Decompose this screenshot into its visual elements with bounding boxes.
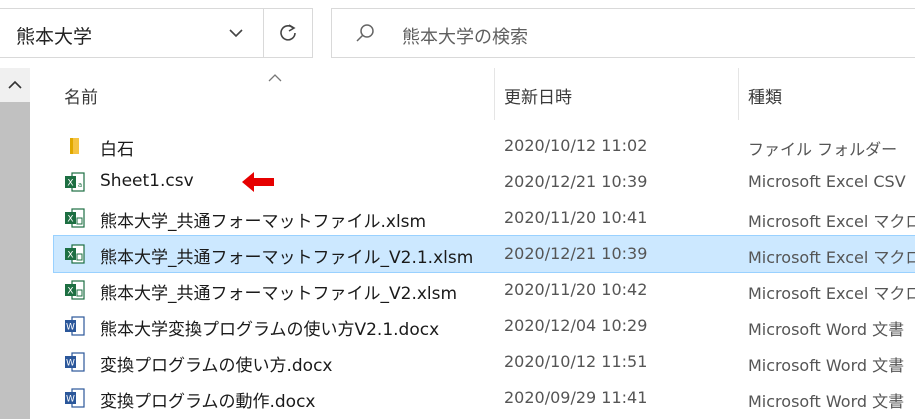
column-name[interactable]: 名前 [64, 83, 98, 108]
refresh-icon[interactable] [274, 19, 302, 47]
file-type: Microsoft Word 文書 [748, 320, 905, 339]
address-bar[interactable]: 熊本大学 [0, 8, 313, 58]
explorer-toolbar: 熊本大学 熊本大学の検索 [0, 0, 915, 68]
folder-icon [64, 135, 86, 157]
file-row[interactable]: W 変換プログラムの使い方.docx 2020/10/12 11:51 Microso… [54, 344, 915, 380]
file-name: 熊本大学_共通フォーマットファイル.xlsm [100, 212, 427, 232]
excel-csv-icon: Xa [64, 171, 86, 193]
file-date: 2020/10/12 11:51 [504, 352, 648, 371]
file-name: 変換プログラムの動作.docx [100, 392, 316, 412]
svg-text:a: a [78, 181, 82, 189]
column-date[interactable]: 更新日時 [504, 83, 572, 108]
file-row[interactable]: W 熊本大学変換プログラムの使い方V2.1.docx 2020/12/04 10:2… [54, 308, 915, 344]
svg-text:X: X [67, 179, 73, 189]
column-type[interactable]: 種類 [748, 83, 782, 108]
file-type: Microsoft Excel マクロ [748, 284, 915, 303]
file-name: 変換プログラムの使い方.docx [100, 356, 333, 376]
file-name: Sheet1.csv [100, 171, 194, 191]
file-row[interactable]: X 熊本大学_共通フォーマットファイル_V2.xlsm 2020/11/20 10:… [54, 272, 915, 308]
file-date: 2020/10/12 11:02 [504, 136, 648, 155]
column-header: 名前 更新日時 種類 [30, 68, 915, 120]
svg-text:W: W [66, 359, 75, 369]
file-date: 2020/11/20 10:42 [504, 280, 648, 299]
file-row[interactable]: X 熊本大学_共通フォーマットファイル_V2.1.xlsm 2020/12/21 1… [53, 235, 915, 273]
file-date: 2020/12/21 10:39 [504, 244, 648, 263]
file-row[interactable]: X 熊本大学_共通フォーマットファイル.xlsm 2020/11/20 10:41 M… [54, 200, 915, 236]
file-row[interactable]: 白石 2020/10/12 11:02 ファイル フォルダー [54, 128, 915, 164]
file-date: 2020/11/20 10:41 [504, 208, 648, 227]
scroll-up-icon[interactable] [0, 68, 30, 102]
red-arrow-annotation [242, 172, 274, 192]
file-type: Microsoft Excel CSV [748, 172, 906, 191]
scrollbar-thumb[interactable] [0, 102, 30, 419]
file-name: 白石 [100, 140, 134, 160]
svg-text:X: X [67, 287, 73, 297]
file-type: Microsoft Excel マクロ [748, 212, 915, 231]
vertical-scrollbar[interactable] [0, 68, 30, 419]
svg-text:X: X [67, 251, 73, 261]
sort-ascending-icon [268, 68, 282, 82]
file-date: 2020/09/29 11:41 [504, 388, 648, 407]
search-icon [354, 22, 376, 44]
file-name: 熊本大学変換プログラムの使い方V2.1.docx [100, 320, 440, 340]
file-row[interactable]: W 変換プログラムの動作.docx 2020/09/29 11:41 Microsof… [54, 380, 915, 416]
address-divider [263, 9, 264, 57]
file-name: 熊本大学_共通フォーマットファイル_V2.1.xlsm [100, 248, 474, 268]
file-type: ファイル フォルダー [748, 140, 898, 159]
column-divider[interactable] [494, 68, 495, 120]
file-type: Microsoft Excel マクロ [748, 248, 915, 267]
excel-macro-icon: X [64, 279, 86, 301]
file-type: Microsoft Word 文書 [748, 392, 905, 411]
file-date: 2020/12/21 10:39 [504, 172, 648, 191]
excel-macro-icon: X [64, 243, 86, 265]
column-divider[interactable] [738, 68, 739, 120]
file-date: 2020/12/04 10:29 [504, 316, 648, 335]
search-input[interactable]: 熊本大学の検索 [402, 23, 528, 49]
svg-text:X: X [67, 215, 73, 225]
excel-macro-icon: X [64, 207, 86, 229]
search-box[interactable]: 熊本大学の検索 [331, 8, 915, 58]
file-row[interactable]: Xa Sheet1.csv 2020/12/21 10:39 Microsoft Ex… [54, 164, 915, 200]
svg-text:W: W [66, 395, 75, 405]
file-type: Microsoft Word 文書 [748, 356, 905, 375]
file-name: 熊本大学_共通フォーマットファイル_V2.xlsm [100, 284, 458, 304]
address-path[interactable]: 熊本大学 [16, 22, 92, 49]
svg-text:W: W [66, 323, 75, 333]
word-icon: W [64, 387, 86, 409]
chevron-down-icon[interactable] [222, 19, 250, 47]
word-icon: W [64, 351, 86, 373]
word-icon: W [64, 315, 86, 337]
